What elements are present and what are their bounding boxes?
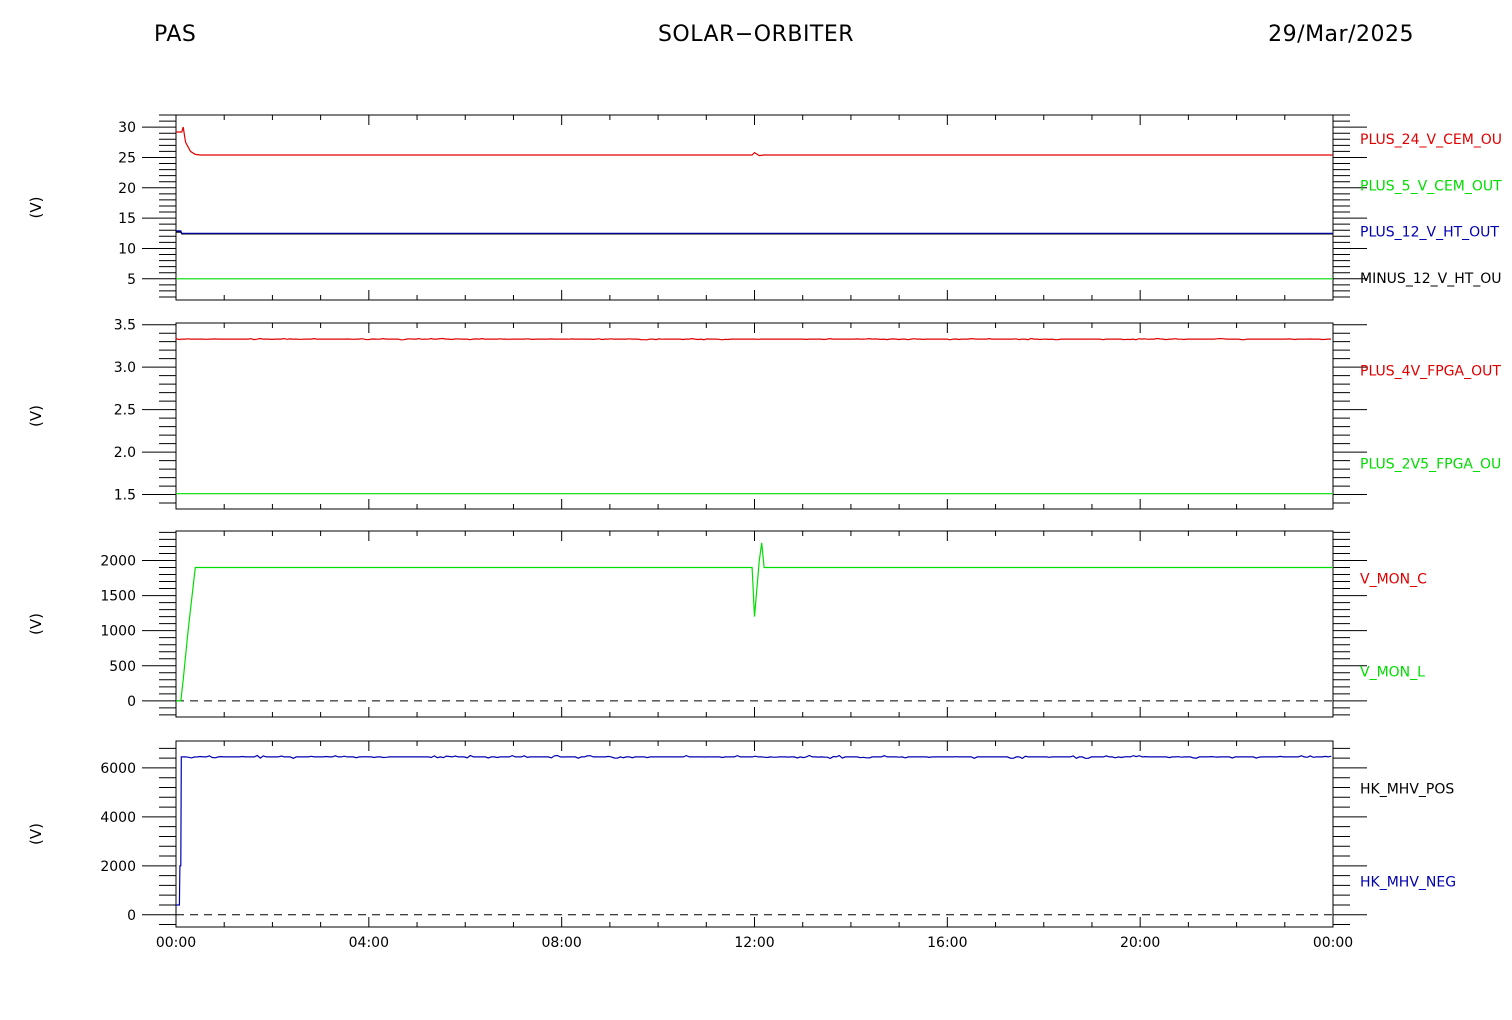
series-line-green [176, 542, 1333, 702]
series-label-v_mon_c: V_MON_C [1360, 572, 1427, 588]
series-label-v_mon_l: V_MON_L [1360, 665, 1425, 681]
y-tick-label: 30 [118, 120, 136, 136]
panel-1-frame [175, 114, 1334, 301]
y-tick-label: 1000 [100, 624, 136, 640]
series-label-minus_12_v_ht_ou: MINUS_12_V_HT_OU [1360, 271, 1502, 287]
y-tick-label: 4000 [100, 810, 136, 826]
y-axis-label: (V) [27, 197, 45, 219]
y-axis-label: (V) [27, 405, 45, 427]
y-tick-label: 10 [118, 241, 136, 257]
y-tick-label: 0 [127, 694, 136, 710]
series-label-plus_2v5_fpga_ou: PLUS_2V5_FPGA_OU [1360, 457, 1501, 473]
y-tick-label: 20 [118, 181, 136, 197]
y-tick-label: 5 [127, 272, 136, 288]
x-tick-label: 16:00 [927, 935, 967, 951]
series-label-plus_4v_fpga_out: PLUS_4V_FPGA_OUT [1360, 364, 1501, 380]
y-axis-label: (V) [27, 823, 45, 845]
housekeeping-chart: 5 10 15 20 25 30 (V) PLUS_24_V_CEM_OU PLUS_5_V_C… [27, 114, 1502, 951]
x-tick-label: 12:00 [734, 935, 774, 951]
y-tick-label: 3.0 [114, 360, 136, 376]
y-axis-label: (V) [27, 613, 45, 635]
series-line-blue [176, 754, 1332, 906]
y-tick-label: 2000 [100, 859, 136, 875]
series-label-hk_mhv_pos: HK_MHV_POS [1360, 782, 1454, 798]
y-tick-label: 1.5 [114, 488, 136, 504]
y-tick-label: 25 [118, 150, 136, 166]
x-tick-label: 20:00 [1120, 935, 1160, 951]
series-label-plus_12_v_ht_out: PLUS_12_V_HT_OUT [1360, 225, 1499, 241]
series-label-plus_5_v_cem_out: PLUS_5_V_CEM_OUT [1360, 178, 1502, 194]
x-tick-label: 00:00 [1313, 935, 1353, 951]
series-line-red [176, 126, 1333, 157]
series-line-red [175, 337, 1331, 341]
series-label-hk_mhv_neg: HK_MHV_NEG [1360, 875, 1456, 891]
y-tick-label: 1500 [100, 589, 136, 605]
y-tick-label: 15 [118, 211, 136, 227]
y-tick-label: 0 [127, 908, 136, 924]
panel-4-frame [175, 740, 1334, 928]
y-tick-label: 3.5 [114, 318, 136, 334]
y-tick-label: 500 [109, 659, 136, 675]
series-line-blue [176, 230, 1333, 234]
panel-2-frame [175, 322, 1334, 510]
x-tick-label: 00:00 [156, 935, 196, 951]
series-label-plus_24_v_cem_ou: PLUS_24_V_CEM_OU [1360, 132, 1502, 148]
y-tick-label: 2.5 [114, 403, 136, 419]
y-tick-label: 2000 [100, 553, 136, 569]
x-tick-label: 08:00 [541, 935, 581, 951]
x-tick-label: 04:00 [349, 935, 389, 951]
y-tick-label: 2.0 [114, 445, 136, 461]
panel-3-frame [175, 530, 1334, 718]
y-tick-label: 6000 [100, 761, 136, 777]
